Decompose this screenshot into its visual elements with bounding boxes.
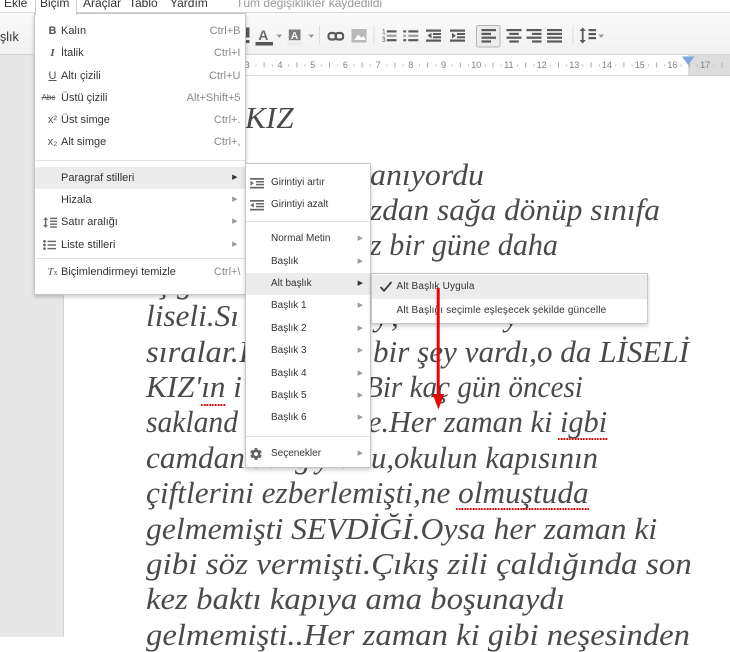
svg-text:15: 15	[635, 60, 645, 70]
svg-text:8: 8	[408, 60, 413, 70]
svg-text:13: 13	[569, 60, 579, 70]
svg-text:A: A	[258, 27, 268, 43]
svg-text:3: 3	[245, 60, 250, 70]
svg-text:5: 5	[310, 60, 315, 70]
svg-text:11: 11	[504, 60, 513, 70]
svg-text:12: 12	[537, 60, 547, 70]
svg-text:14: 14	[602, 60, 612, 70]
svg-text:3: 3	[382, 37, 386, 44]
svg-text:10: 10	[471, 60, 481, 70]
svg-text:6: 6	[343, 60, 348, 70]
svg-text:9: 9	[441, 60, 446, 70]
svg-text:16: 16	[667, 60, 677, 70]
svg-text:4: 4	[277, 60, 282, 70]
svg-text:17: 17	[700, 60, 710, 70]
svg-text:7: 7	[376, 60, 381, 70]
svg-text:A: A	[291, 30, 299, 42]
